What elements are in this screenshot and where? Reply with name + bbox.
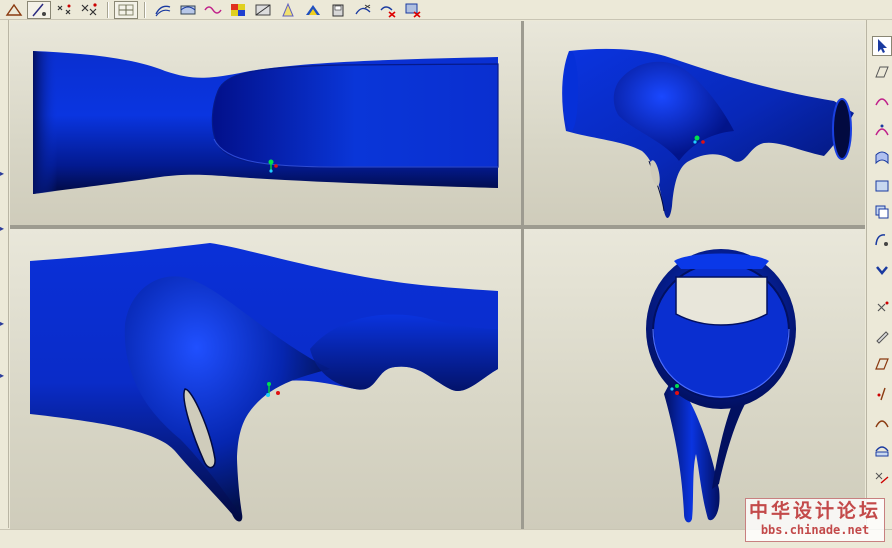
datum-plane-icon[interactable] — [114, 0, 138, 19]
watermark-url: bbs.chinade.net — [760, 523, 870, 537]
viewport-right[interactable] — [10, 229, 521, 529]
watermark-title: 中华设计论坛 — [748, 500, 881, 522]
point-icon[interactable] — [52, 1, 76, 19]
pen-icon[interactable] — [872, 326, 892, 346]
circle-curve-icon[interactable] — [872, 120, 892, 140]
trim-icon[interactable] — [872, 468, 892, 488]
shaded-icon[interactable] — [251, 1, 275, 19]
save-icon[interactable] — [326, 1, 350, 19]
datum-point-icon[interactable] — [77, 1, 101, 19]
delete-surface-icon[interactable] — [401, 1, 425, 19]
top-toolbar — [0, 0, 892, 20]
point-icon[interactable] — [872, 298, 892, 318]
side-view-model — [30, 243, 498, 522]
left-strip: ▸ ▸ ▸ ▸ — [0, 20, 9, 528]
right-toolbar — [866, 20, 892, 528]
viewport-top[interactable] — [524, 229, 865, 529]
edit-curve-icon[interactable] — [872, 384, 892, 404]
chevron-right-icon[interactable]: ▸ — [0, 170, 8, 178]
plane-icon[interactable] — [872, 354, 892, 374]
top-view-model — [646, 249, 796, 523]
front-view-model — [33, 51, 499, 194]
datum-plane-icon[interactable] — [872, 62, 892, 82]
surface-icon[interactable] — [151, 1, 175, 19]
arc-curve-icon[interactable] — [872, 90, 892, 110]
curve-on-surface-icon[interactable] — [872, 230, 892, 250]
sketch-icon[interactable] — [2, 1, 26, 19]
toolbar-separator — [144, 1, 146, 18]
isometric-view-model — [562, 48, 854, 218]
viewport-isometric[interactable] — [524, 21, 865, 225]
draft-analysis-icon[interactable] — [276, 1, 300, 19]
combine-icon[interactable] — [872, 440, 892, 460]
curve-through-points-icon[interactable] — [27, 0, 51, 19]
chevron-right-icon[interactable]: ▸ — [0, 320, 8, 328]
trim-icon[interactable] — [351, 1, 375, 19]
surface-icon[interactable] — [872, 148, 892, 168]
chevron-right-icon[interactable]: ▸ — [0, 225, 8, 233]
chevron-down-icon[interactable] — [872, 260, 892, 280]
watermark: 中华设计论坛 bbs.chinade.net — [745, 498, 885, 542]
toolbar-separator — [107, 1, 109, 18]
chevron-right-icon[interactable]: ▸ — [0, 372, 8, 380]
cad-window: ▸ ▸ ▸ ▸ 中华设计论坛 bbs.chinade.net — [0, 0, 892, 548]
arc-icon[interactable] — [872, 412, 892, 432]
style-curve-icon[interactable] — [201, 1, 225, 19]
reflection-icon[interactable] — [301, 1, 325, 19]
copy-surface-icon[interactable] — [872, 202, 892, 222]
delete-curve-icon[interactable] — [376, 1, 400, 19]
color-analysis-icon[interactable] — [226, 1, 250, 19]
viewport-front[interactable] — [10, 21, 521, 225]
boundary-surface-icon[interactable] — [872, 176, 892, 196]
select-arrow-icon[interactable] — [872, 36, 892, 56]
viewport-grid — [10, 21, 865, 529]
boundary-blend-icon[interactable] — [176, 1, 200, 19]
